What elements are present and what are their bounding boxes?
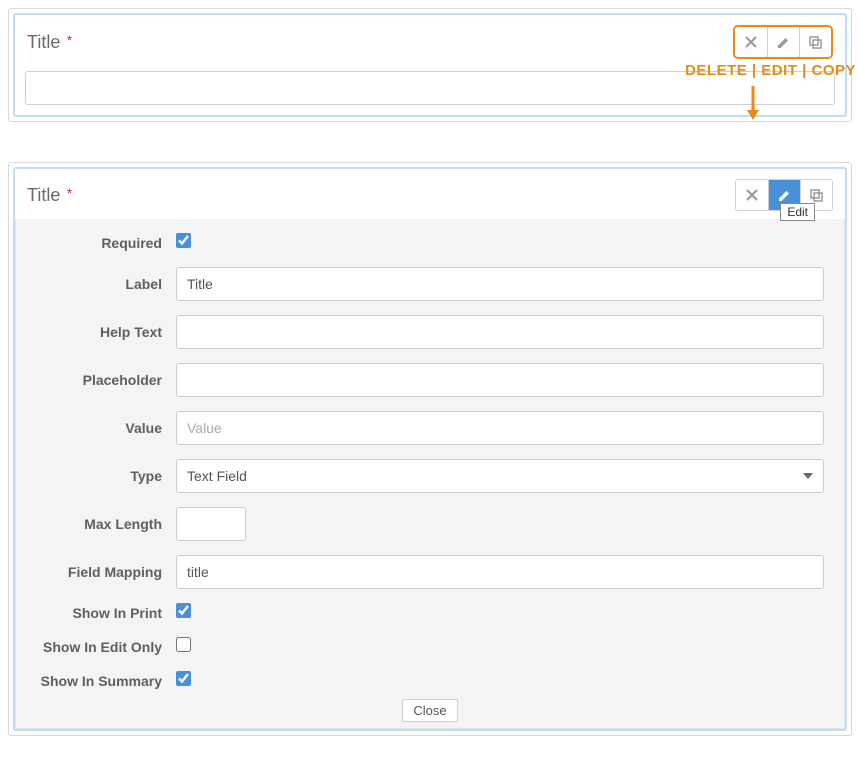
copy-icon (810, 189, 823, 202)
value-input[interactable] (176, 411, 824, 445)
placeholder-input[interactable] (176, 363, 824, 397)
copy-button[interactable] (799, 27, 831, 57)
annotation-legend: DELETE | EDIT | COPY (685, 62, 856, 79)
label-placeholder: Placeholder (36, 372, 176, 388)
delete-button[interactable] (735, 27, 767, 57)
label-required: Required (36, 235, 176, 251)
panel-inner: Title * Edit Required (13, 167, 847, 731)
label-showinsummary: Show In Summary (36, 673, 176, 689)
fieldmapping-input[interactable] (176, 555, 824, 589)
required-star: * (67, 32, 72, 48)
field-panel-expanded: Title * Edit Required (8, 162, 852, 736)
helptext-input[interactable] (176, 315, 824, 349)
label-helptext: Help Text (36, 324, 176, 340)
edit-button[interactable] (767, 27, 799, 57)
label-label: Label (36, 276, 176, 292)
label-maxlength: Max Length (36, 516, 176, 532)
copy-icon (809, 36, 822, 49)
type-select[interactable]: Text Field (176, 459, 824, 493)
required-star: * (67, 185, 72, 201)
maxlength-input[interactable] (176, 507, 246, 541)
required-checkbox[interactable] (176, 233, 191, 248)
panel-title: Title * (27, 185, 72, 206)
panel-title: Title * (27, 32, 72, 53)
showineditonly-checkbox[interactable] (176, 637, 191, 652)
toolbar-annotation-highlight (733, 25, 833, 59)
label-value: Value (36, 420, 176, 436)
label-showineditonly: Show In Edit Only (36, 639, 176, 655)
annotation-arrow-icon (746, 84, 760, 122)
close-icon (745, 36, 757, 48)
field-edit-form: Required Label Help Text Placeholder (15, 219, 845, 729)
showinsummary-checkbox[interactable] (176, 671, 191, 686)
label-showinprint: Show In Print (36, 605, 176, 621)
close-button[interactable]: Close (402, 699, 457, 722)
pencil-icon (777, 36, 790, 49)
pencil-icon (778, 189, 791, 202)
label-input[interactable] (176, 267, 824, 301)
close-icon (746, 189, 758, 201)
showinprint-checkbox[interactable] (176, 603, 191, 618)
label-fieldmapping: Field Mapping (36, 564, 176, 580)
delete-button[interactable] (736, 180, 768, 210)
edit-tooltip: Edit (780, 203, 815, 221)
label-type: Type (36, 468, 176, 484)
